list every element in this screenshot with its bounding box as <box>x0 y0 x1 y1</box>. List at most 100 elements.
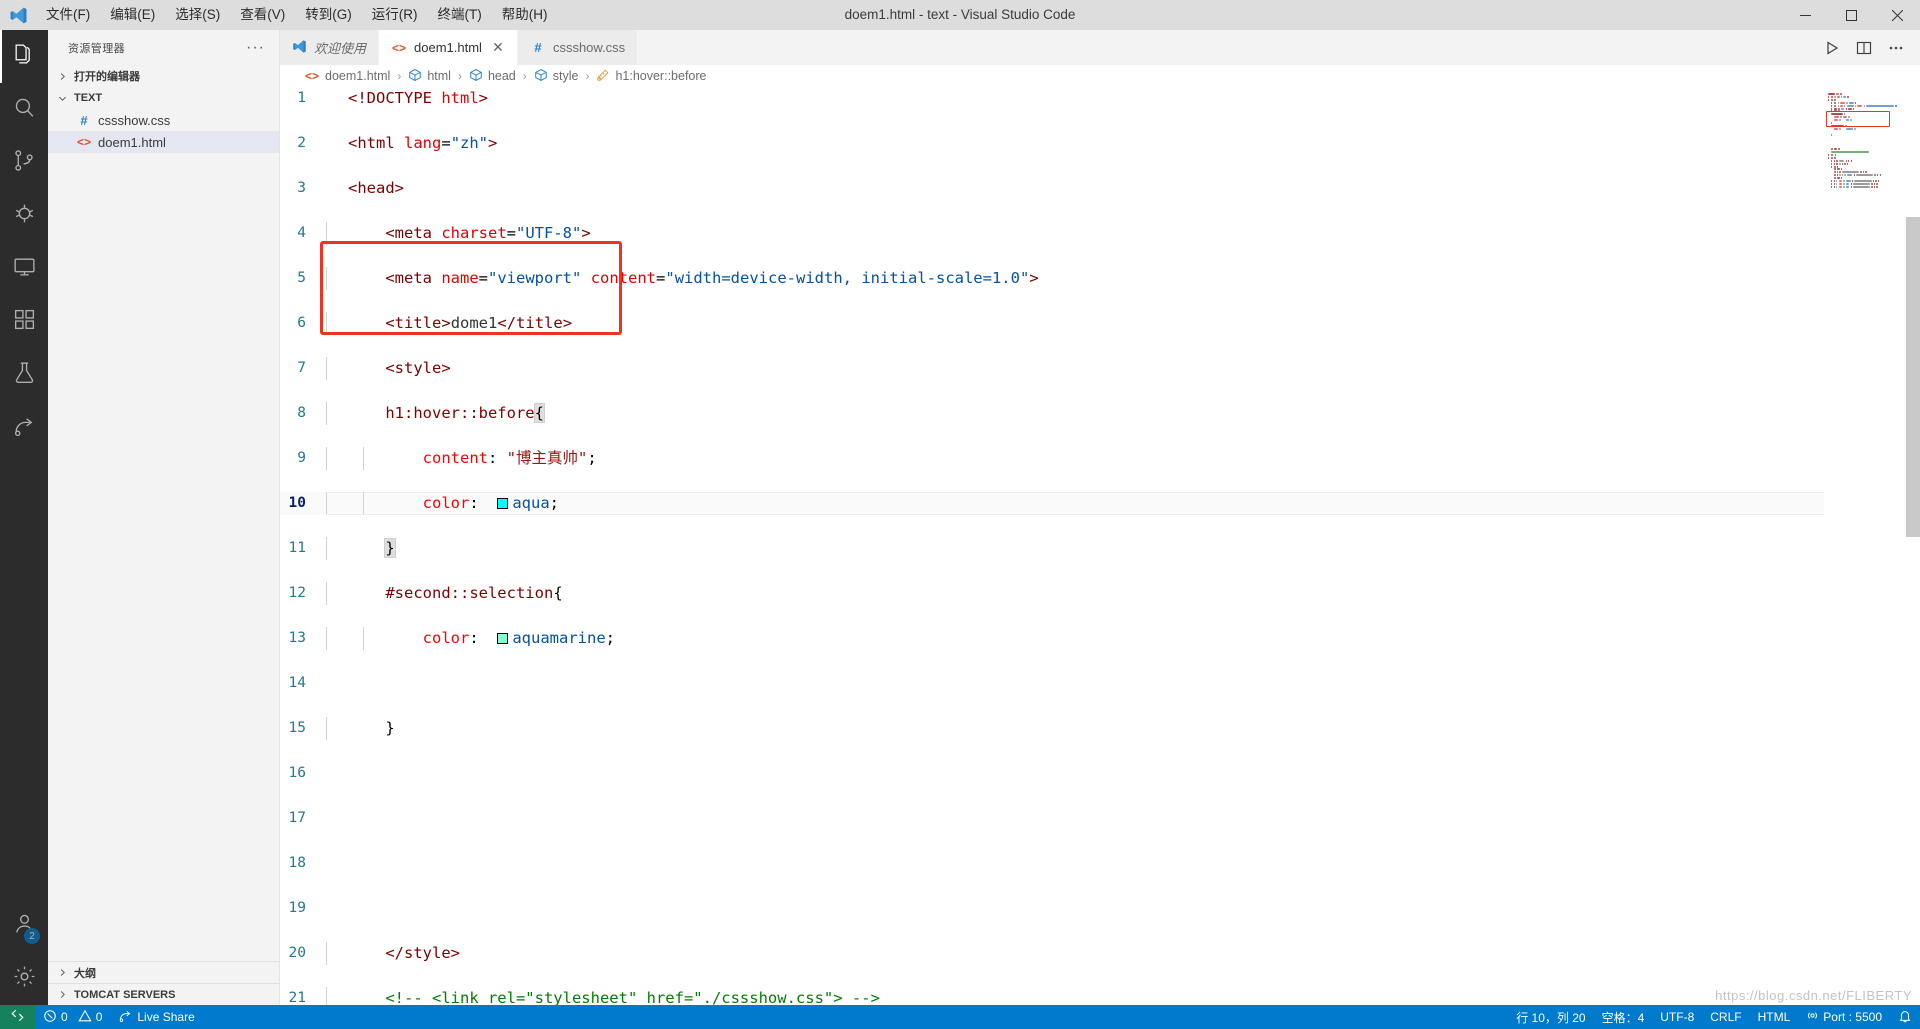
menu-bar[interactable]: 文件(F) 编辑(E) 选择(S) 查看(V) 转到(G) 运行(R) 终端(T… <box>36 0 558 30</box>
code-line[interactable]: 20 </style> <box>280 942 1824 965</box>
code-token: > <box>478 89 488 107</box>
indentation[interactable]: 空格：4 <box>1594 1005 1653 1029</box>
close-button[interactable] <box>1874 0 1920 30</box>
activity-extensions[interactable] <box>0 295 48 348</box>
code-token: style <box>394 359 442 377</box>
code-text: <!DOCTYPE html> <box>326 87 488 110</box>
line-number: 9 <box>297 450 306 466</box>
code-line[interactable]: 5 <meta name="viewport" content="width=d… <box>280 267 1824 290</box>
activity-run-debug[interactable] <box>0 189 48 242</box>
activity-live-share[interactable] <box>0 401 48 454</box>
minimap-line <box>1838 107 1840 110</box>
live-share-status[interactable]: Live Share <box>110 1005 202 1029</box>
activity-search[interactable] <box>0 83 48 136</box>
menu-help[interactable]: 帮助(H) <box>492 0 558 30</box>
breadcrumb-item-head[interactable]: head <box>467 68 518 85</box>
code-line[interactable]: 4 <meta charset="UTF-8"> <box>280 222 1824 245</box>
more-actions-button[interactable] <box>1882 30 1910 65</box>
menu-edit[interactable]: 编辑(E) <box>100 0 165 30</box>
code-token: color <box>422 629 470 647</box>
activity-test[interactable] <box>0 348 48 401</box>
remote-indicator[interactable] <box>0 1005 35 1029</box>
split-editor-button[interactable] <box>1850 30 1878 65</box>
tab-welcome[interactable]: 欢迎使用 <box>280 30 380 65</box>
code-line[interactable]: 18 <box>280 852 1824 875</box>
editor-scrollbar[interactable] <box>1906 87 1920 1005</box>
code-line[interactable]: 11 } <box>280 537 1824 560</box>
maximize-button[interactable] <box>1828 0 1874 30</box>
section-tomcat-servers[interactable]: TOMCAT SERVERS <box>48 983 279 1005</box>
code-token: > <box>562 314 573 332</box>
code-line[interactable]: 6 <title>dome1</title> <box>280 312 1824 335</box>
minimap-line <box>1854 101 1857 104</box>
sidebar-more-actions-button[interactable]: ··· <box>240 39 271 57</box>
file-item-doem1-html[interactable]: <> doem1.html <box>48 131 279 153</box>
run-button[interactable] <box>1818 30 1846 65</box>
code-line[interactable]: 10 color: aqua; <box>280 492 1824 515</box>
breadcrumb-item-selector[interactable]: h1:hover::before <box>594 68 708 85</box>
minimap[interactable] <box>1824 87 1920 1005</box>
menu-terminal[interactable]: 终端(T) <box>428 0 492 30</box>
minimap-line <box>1848 101 1854 104</box>
code-line[interactable]: 16 <box>280 762 1824 785</box>
section-outline[interactable]: 大纲 <box>48 961 279 983</box>
port-status[interactable]: Port : 5500 <box>1798 1005 1890 1029</box>
end-of-line[interactable]: CRLF <box>1702 1005 1749 1029</box>
code-viewport[interactable]: 1 <!DOCTYPE html> 2 <html lang="zh"> 3 <head>… <box>280 87 1824 1005</box>
tab-doem1-html[interactable]: <> doem1.html ✕ <box>379 30 518 65</box>
problems-status[interactable]: 0 0 <box>35 1005 110 1029</box>
menu-go[interactable]: 转到(G) <box>295 0 362 30</box>
breadcrumb-item-style[interactable]: style <box>532 68 581 85</box>
code-text: content: "博主真帅"; <box>326 447 597 470</box>
menu-view[interactable]: 查看(V) <box>230 0 295 30</box>
code-line[interactable]: 7 <style> <box>280 357 1824 380</box>
color-swatch-icon[interactable] <box>497 633 509 644</box>
color-swatch-icon[interactable] <box>497 498 509 509</box>
encoding[interactable]: UTF-8 <box>1652 1005 1702 1029</box>
section-open-editors[interactable]: 打开的编辑器 <box>48 65 279 87</box>
code-token: < <box>348 179 358 197</box>
activity-source-control[interactable] <box>0 136 48 189</box>
code-content[interactable]: 1 <!DOCTYPE html> 2 <html lang="zh"> 3 <head>… <box>280 87 1824 1005</box>
code-line[interactable]: 2 <html lang="zh"> <box>280 132 1824 155</box>
code-line[interactable]: 12 #second::selection{ <box>280 582 1824 605</box>
code-token: > <box>394 179 405 197</box>
language-mode[interactable]: HTML <box>1750 1005 1799 1029</box>
code-line[interactable]: 17 <box>280 807 1824 830</box>
code-token: } <box>385 719 395 737</box>
scrollbar-thumb[interactable] <box>1906 217 1920 537</box>
code-line[interactable]: 1 <!DOCTYPE html> <box>280 87 1824 110</box>
window-controls[interactable] <box>1782 0 1920 30</box>
code-line[interactable]: 9 content: "博主真帅"; <box>280 447 1824 470</box>
minimize-button[interactable] <box>1782 0 1828 30</box>
file-item-cssshow-css[interactable]: # cssshow.css <box>48 109 279 131</box>
close-icon[interactable]: ✕ <box>491 39 505 56</box>
code-editor[interactable]: 1 <!DOCTYPE html> 2 <html lang="zh"> 3 <head>… <box>280 87 1920 1005</box>
indent-guide <box>326 222 327 245</box>
menu-file[interactable]: 文件(F) <box>36 0 100 30</box>
code-line[interactable]: 19 <box>280 897 1824 920</box>
activity-manage[interactable] <box>0 952 48 1005</box>
activity-accounts[interactable]: 2 <box>0 899 48 952</box>
breadcrumb-item-file[interactable]: <> doem1.html <box>302 69 392 83</box>
code-line[interactable]: 3 <head> <box>280 177 1824 200</box>
section-folder-text[interactable]: TEXT <box>48 87 279 109</box>
cursor-position[interactable]: 行 10，列 20 <box>1508 1005 1593 1029</box>
activity-remote-explorer[interactable] <box>0 242 48 295</box>
menu-run[interactable]: 运行(R) <box>362 0 428 30</box>
notifications-button[interactable] <box>1890 1005 1920 1029</box>
minimap-line <box>1834 174 1836 177</box>
code-line[interactable]: 8 h1:hover::before{ <box>280 402 1824 425</box>
minimap-line <box>1877 180 1880 182</box>
live-share-icon <box>118 1008 133 1026</box>
activity-explorer[interactable] <box>0 30 48 83</box>
breadcrumb-item-html[interactable]: html <box>406 68 453 85</box>
code-line[interactable]: 13 color: aquamarine; <box>280 627 1824 650</box>
code-line[interactable]: 15 } <box>280 717 1824 740</box>
code-line[interactable]: 14 <box>280 672 1824 695</box>
symbol-field-icon <box>408 68 422 85</box>
code-line[interactable]: 21 <!-- <link rel="stylesheet" href="./c… <box>280 987 1824 1005</box>
menu-selection[interactable]: 选择(S) <box>165 0 230 30</box>
code-text: <html lang="zh"> <box>326 132 497 155</box>
tab-cssshow-css[interactable]: # cssshow.css <box>517 30 639 65</box>
